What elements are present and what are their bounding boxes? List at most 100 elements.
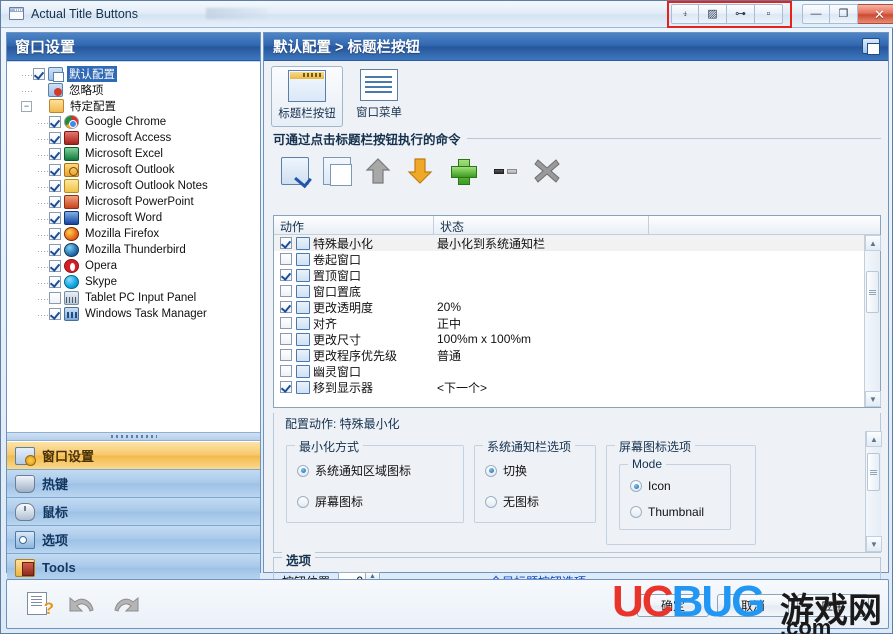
config-scrollbar[interactable]: ▲ ▼ xyxy=(865,431,882,552)
arrow-down-icon[interactable] xyxy=(407,157,435,185)
row-checkbox[interactable] xyxy=(280,317,292,329)
table-row[interactable]: 更改透明度 20% xyxy=(274,299,864,315)
radio-screen-icon[interactable]: 屏幕图标 xyxy=(297,493,463,510)
close-button[interactable]: ✕ xyxy=(858,4,893,24)
tree-item[interactable]: Tablet PC Input Panel xyxy=(7,290,260,306)
configuration-tree[interactable]: 默认配置 忽略项 − 特定配置 Google Chrome Microsoft Acces… xyxy=(7,62,260,430)
table-row[interactable]: 特殊最小化 最小化到系统通知栏 xyxy=(274,235,864,251)
column-header-action[interactable]: 动作 xyxy=(274,216,434,234)
tree-item[interactable]: Microsoft PowerPoint xyxy=(7,194,260,210)
tree-checkbox[interactable] xyxy=(49,244,61,256)
tree-item[interactable]: Microsoft Outlook Notes xyxy=(7,178,260,194)
tree-checkbox[interactable] xyxy=(49,116,61,128)
row-checkbox[interactable] xyxy=(280,365,292,377)
tree-checkbox[interactable] xyxy=(49,164,61,176)
tree-expander-icon[interactable]: − xyxy=(21,100,32,112)
tree-item[interactable]: Skype xyxy=(7,274,260,290)
tree-checkbox[interactable] xyxy=(49,308,61,320)
radio-thumbnail-mode[interactable]: Thumbnail xyxy=(630,505,730,519)
edit-checkbox-icon[interactable] xyxy=(281,157,309,185)
tree-item[interactable]: Google Chrome xyxy=(7,114,260,130)
column-header-state[interactable]: 状态 xyxy=(434,216,649,234)
table-row[interactable]: 置顶窗口 xyxy=(274,267,864,283)
tree-checkbox[interactable] xyxy=(49,132,61,144)
nav-item-mouse[interactable]: 鼠标 xyxy=(7,498,260,526)
minimize-button[interactable]: — xyxy=(802,4,830,24)
radio-icon-mode[interactable]: Icon xyxy=(630,479,730,493)
list-scrollbar[interactable]: ▲ ▼ xyxy=(864,235,881,407)
config-scroll-thumb[interactable] xyxy=(867,453,880,491)
radio-no-icon[interactable]: 无图标 xyxy=(485,493,595,510)
table-row[interactable]: 移到显示器 <下一个> xyxy=(274,379,864,395)
table-row[interactable]: 卷起窗口 xyxy=(274,251,864,267)
config-scroll-down-arrow[interactable]: ▼ xyxy=(866,536,882,552)
tree-item[interactable]: Microsoft Access xyxy=(7,130,260,146)
tree-checkbox[interactable] xyxy=(49,180,61,192)
cancel-button[interactable]: 取消 xyxy=(717,594,789,617)
tree-item[interactable]: Windows Task Manager xyxy=(7,306,260,322)
row-checkbox[interactable] xyxy=(280,301,292,313)
tree-item[interactable]: Opera xyxy=(7,258,260,274)
roll-up-icon xyxy=(296,252,310,266)
table-row[interactable]: 对齐 正中 xyxy=(274,315,864,331)
tree-checkbox[interactable] xyxy=(49,276,61,288)
restore-window-icon[interactable] xyxy=(862,38,880,55)
ok-button[interactable]: 确定 xyxy=(637,594,709,617)
apply-button[interactable]: 应用 xyxy=(797,594,869,617)
tab-title-buttons[interactable]: 标题栏按钮 xyxy=(271,66,343,127)
arrow-up-icon[interactable] xyxy=(365,157,393,185)
row-checkbox[interactable] xyxy=(280,237,292,249)
panel-splitter[interactable] xyxy=(7,432,260,441)
plus-icon[interactable] xyxy=(449,157,477,185)
scroll-up-arrow[interactable]: ▲ xyxy=(865,235,881,251)
tree-item[interactable]: Microsoft Outlook xyxy=(7,162,260,178)
copy-icon[interactable] xyxy=(323,157,352,186)
table-row[interactable]: 窗口置底 xyxy=(274,283,864,299)
tree-item[interactable]: Microsoft Excel xyxy=(7,146,260,162)
row-checkbox[interactable] xyxy=(280,381,292,393)
tree-item[interactable]: Mozilla Thunderbird xyxy=(7,242,260,258)
row-checkbox[interactable] xyxy=(280,285,292,297)
actions-list[interactable]: 动作 状态 特殊最小化 最小化到系统通知栏 卷起窗口 置顶窗口 窗口置底 更改透明度 20%… xyxy=(273,215,881,408)
radio-tray-icon[interactable]: 系统通知区域图标 xyxy=(297,462,463,479)
nav-item-window-settings[interactable]: 窗口设置 xyxy=(7,442,260,470)
tree-checkbox[interactable] xyxy=(49,228,61,240)
tree-item[interactable]: − 特定配置 xyxy=(7,98,260,114)
tree-checkbox[interactable] xyxy=(49,292,61,304)
minimize-to-tray-button[interactable]: ▫ xyxy=(755,4,783,24)
redo-arrow-icon[interactable] xyxy=(111,592,141,616)
nav-item-hotkey[interactable]: 热键 xyxy=(7,470,260,498)
row-checkbox[interactable] xyxy=(280,269,292,281)
help-icon[interactable]: ? xyxy=(27,592,54,617)
scroll-down-arrow[interactable]: ▼ xyxy=(865,391,881,407)
nav-item-tools[interactable]: Tools xyxy=(7,554,260,582)
undo-arrow-icon[interactable] xyxy=(67,592,97,616)
tree-checkbox[interactable] xyxy=(49,148,61,160)
maximize-button[interactable]: ❐ xyxy=(830,4,858,24)
table-row[interactable]: 更改尺寸 100%m x 100%m xyxy=(274,331,864,347)
tree-checkbox[interactable] xyxy=(49,212,61,224)
roll-up-button[interactable]: ⍖ xyxy=(671,4,699,24)
row-checkbox[interactable] xyxy=(280,349,292,361)
table-row[interactable]: 更改程序优先级 普通 xyxy=(274,347,864,363)
row-checkbox[interactable] xyxy=(280,333,292,345)
tree-item[interactable]: Microsoft Word xyxy=(7,210,260,226)
row-checkbox[interactable] xyxy=(280,253,292,265)
tree-item[interactable]: Mozilla Firefox xyxy=(7,226,260,242)
tree-checkbox[interactable] xyxy=(33,68,45,80)
separator-icon[interactable] xyxy=(491,157,519,185)
radio-toggle[interactable]: 切换 xyxy=(485,462,595,479)
resize-icon xyxy=(296,332,310,346)
tree-checkbox[interactable] xyxy=(49,196,61,208)
tree-item[interactable]: 默认配置 xyxy=(7,66,260,82)
x-delete-icon[interactable] xyxy=(533,157,561,185)
tree-item[interactable]: 忽略项 xyxy=(7,82,260,98)
transparency-button[interactable]: ▨ xyxy=(699,4,727,24)
tab-window-menu[interactable]: 窗口菜单 xyxy=(343,66,415,127)
table-row[interactable]: 幽灵窗口 xyxy=(274,363,864,379)
always-on-top-button[interactable]: ⊶ xyxy=(727,4,755,24)
tree-checkbox[interactable] xyxy=(49,260,61,272)
scroll-thumb[interactable] xyxy=(866,271,879,313)
config-scroll-up-arrow[interactable]: ▲ xyxy=(866,431,882,447)
nav-item-options[interactable]: 选项 xyxy=(7,526,260,554)
